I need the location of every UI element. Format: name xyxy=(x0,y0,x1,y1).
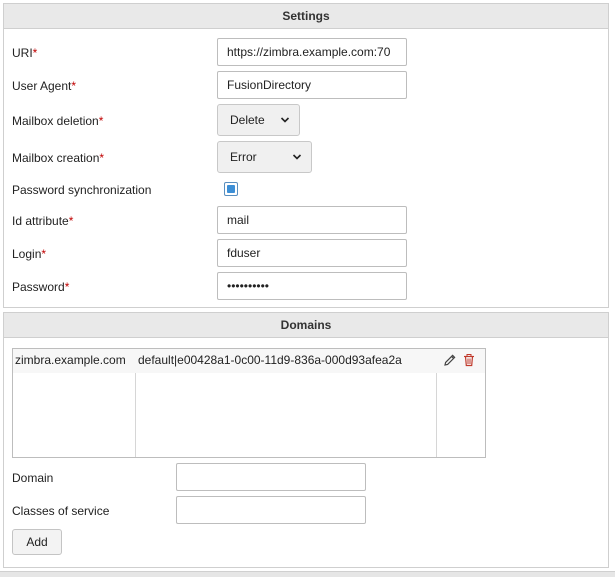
id-attribute-input[interactable]: mail xyxy=(217,206,407,234)
settings-header: Settings xyxy=(4,4,608,29)
password-input[interactable]: •••••••••• xyxy=(217,272,407,300)
domains-panel: Domains zimbra.example.com default|e0042… xyxy=(3,312,609,568)
required-mark: * xyxy=(98,114,104,128)
password-sync-checkbox[interactable] xyxy=(224,182,238,196)
login-label: Login* xyxy=(12,247,47,261)
domains-header: Domains xyxy=(4,313,608,338)
password-sync-label: Password synchronization xyxy=(12,183,152,197)
domain-label: Domain xyxy=(12,471,54,485)
id-attribute-label: Id attribute* xyxy=(12,214,74,228)
mailbox-creation-select[interactable]: Error xyxy=(217,141,312,173)
domain-cell: zimbra.example.com xyxy=(15,353,126,367)
required-mark: * xyxy=(32,46,38,60)
required-mark: * xyxy=(99,151,105,165)
mailbox-deletion-label: Mailbox deletion* xyxy=(12,114,104,128)
domains-list: zimbra.example.com default|e00428a1-0c00… xyxy=(12,348,486,458)
required-mark: * xyxy=(41,247,47,261)
bottom-divider xyxy=(0,571,615,577)
edit-icon[interactable] xyxy=(443,353,457,367)
domain-input[interactable] xyxy=(176,463,366,491)
delete-icon[interactable] xyxy=(462,353,476,367)
mailbox-deletion-value: Delete xyxy=(230,113,265,127)
settings-panel: Settings URI* https://zimbra.example.com… xyxy=(3,3,609,308)
user-agent-input[interactable]: FusionDirectory xyxy=(217,71,407,99)
list-item[interactable]: zimbra.example.com default|e00428a1-0c00… xyxy=(13,349,485,373)
chevron-down-icon xyxy=(292,154,302,160)
user-agent-label: User Agent* xyxy=(12,79,77,93)
uri-input[interactable]: https://zimbra.example.com:70 xyxy=(217,38,407,66)
chevron-down-icon xyxy=(280,117,290,123)
login-input[interactable]: fduser xyxy=(217,239,407,267)
uri-label: URI* xyxy=(12,46,38,60)
mailbox-creation-label: Mailbox creation* xyxy=(12,151,105,165)
required-mark: * xyxy=(71,79,77,93)
checkbox-checked-mark xyxy=(227,185,235,193)
cos-cell: default|e00428a1-0c00-11d9-836a-000d93af… xyxy=(138,353,402,367)
required-mark: * xyxy=(68,214,74,228)
required-mark: * xyxy=(64,280,70,294)
add-button[interactable]: Add xyxy=(12,529,62,555)
cos-input[interactable] xyxy=(176,496,366,524)
mailbox-deletion-select[interactable]: Delete xyxy=(217,104,300,136)
cos-label: Classes of service xyxy=(12,504,110,518)
mailbox-creation-value: Error xyxy=(230,150,257,164)
password-label: Password* xyxy=(12,280,70,294)
